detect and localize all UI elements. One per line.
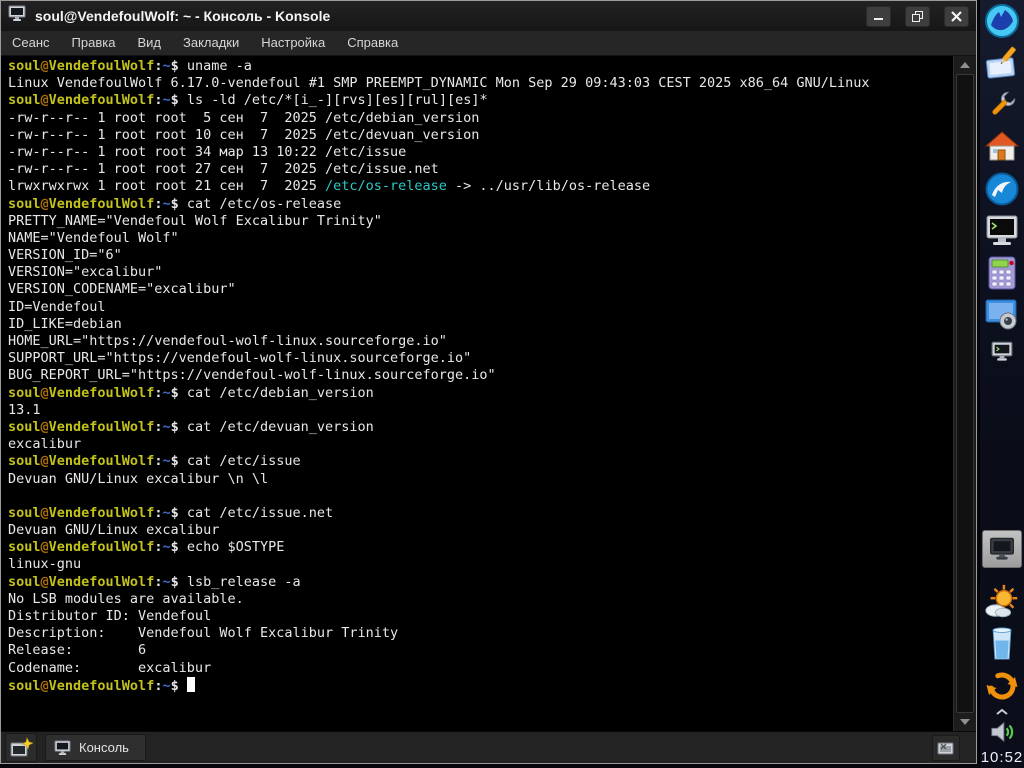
panel-clock[interactable]: 10:52: [981, 749, 1024, 766]
menu-bookmarks[interactable]: Закладки: [172, 31, 250, 55]
terminal-line: -rw-r--r-- 1 root root 10 сен 7 2025 /et…: [8, 127, 950, 144]
text-editor-icon[interactable]: [983, 44, 1021, 82]
session-list-button[interactable]: [932, 735, 960, 761]
taskbar-button-konsole[interactable]: [982, 530, 1022, 568]
session-bar: Консоль: [1, 731, 976, 763]
terminal-line: soul@VendefoulWolf:~$ uname -a: [8, 58, 950, 75]
terminal-line: VERSION_ID="6": [8, 247, 950, 264]
terminal-line: BUG_REPORT_URL="https://vendefoul-wolf-l…: [8, 367, 950, 384]
terminal-line: lrwxrwxrwx 1 root root 21 сен 7 2025 /et…: [8, 178, 950, 195]
side-panel: 10:52: [979, 0, 1024, 768]
terminal-line: Description: Vendefoul Wolf Excalibur Tr…: [8, 625, 950, 642]
terminal-line: soul@VendefoulWolf:~$: [8, 677, 950, 694]
terminal-line: soul@VendefoulWolf:~$ cat /etc/os-releas…: [8, 196, 950, 213]
terminal-line: 13.1: [8, 402, 950, 419]
titlebar: soul@VendefoulWolf: ~ - Консоль - Konsol…: [1, 1, 976, 31]
terminal-line: Codename: excalibur: [8, 660, 950, 677]
settings-wrench-icon[interactable]: [983, 86, 1021, 124]
minimize-button[interactable]: [866, 6, 891, 27]
terminal-line: [8, 488, 950, 505]
terminal-line: soul@VendefoulWolf:~$ cat /etc/issue: [8, 453, 950, 470]
terminal-line: Devuan GNU/Linux excalibur \n \l: [8, 471, 950, 488]
konsole-window: soul@VendefoulWolf: ~ - Консоль - Konsol…: [0, 0, 977, 764]
home-icon[interactable]: [983, 128, 1021, 166]
calculator-icon[interactable]: [983, 254, 1021, 292]
terminal-line: soul@VendefoulWolf:~$ cat /etc/debian_ve…: [8, 385, 950, 402]
menu-help[interactable]: Справка: [336, 31, 409, 55]
terminal-line: Devuan GNU/Linux excalibur: [8, 522, 950, 539]
terminal-line: -rw-r--r-- 1 root root 34 мар 13 10:22 /…: [8, 144, 950, 161]
menu-edit[interactable]: Правка: [61, 31, 127, 55]
terminal-scrollbar[interactable]: [953, 56, 976, 731]
terminal-line: ID_LIKE=debian: [8, 316, 950, 333]
terminal-line: HOME_URL="https://vendefoul-wolf-linux.s…: [8, 333, 950, 350]
scroll-down-icon[interactable]: [954, 714, 976, 730]
session-tab-label: Консоль: [79, 740, 129, 755]
glass-icon[interactable]: [983, 625, 1021, 663]
distro-logo-icon[interactable]: [983, 2, 1021, 40]
close-button[interactable]: [944, 6, 969, 27]
menu-session[interactable]: Сеанс: [1, 31, 61, 55]
terminal-line: Distributor ID: Vendefoul: [8, 608, 950, 625]
menubar: Сеанс Правка Вид Закладки Настройка Спра…: [1, 31, 976, 56]
sync-icon[interactable]: [983, 667, 1021, 705]
terminal-line: -rw-r--r-- 1 root root 5 сен 7 2025 /etc…: [8, 110, 950, 127]
terminal-area[interactable]: soul@VendefoulWolf:~$ uname -aLinux Vend…: [1, 56, 976, 731]
window-menu-terminal-icon[interactable]: [8, 5, 26, 27]
session-tab-terminal-icon: [54, 740, 71, 756]
screenshot-tool-icon[interactable]: [983, 296, 1021, 334]
maximize-button[interactable]: [905, 6, 930, 27]
weather-icon[interactable]: [983, 583, 1021, 621]
terminal-line: NAME="Vendefoul Wolf": [8, 230, 950, 247]
terminal-line: VERSION="excalibur": [8, 264, 950, 281]
menu-settings[interactable]: Настройка: [250, 31, 336, 55]
terminal-line: ID=Vendefoul: [8, 299, 950, 316]
terminal-line: Linux VendefoulWolf 6.17.0-vendefoul #1 …: [8, 75, 950, 92]
scrollbar-thumb[interactable]: [956, 74, 974, 713]
panel-expand-chevron-icon[interactable]: [995, 707, 1009, 717]
new-session-button[interactable]: [5, 733, 37, 762]
terminal-cursor: [187, 677, 195, 692]
session-tab-konsole[interactable]: Консоль: [45, 734, 146, 761]
terminal-line: -rw-r--r-- 1 root root 27 сен 7 2025 /et…: [8, 161, 950, 178]
terminal-line: VERSION_CODENAME="excalibur": [8, 281, 950, 298]
terminal-line: soul@VendefoulWolf:~$ cat /etc/issue.net: [8, 505, 950, 522]
terminal-line: Release: 6: [8, 642, 950, 659]
terminal-tray-icon[interactable]: [983, 338, 1021, 364]
terminal-line: soul@VendefoulWolf:~$ echo $OSTYPE: [8, 539, 950, 556]
konsole-launcher-icon[interactable]: [983, 212, 1021, 250]
volume-icon[interactable]: [983, 719, 1021, 745]
menu-view[interactable]: Вид: [126, 31, 172, 55]
terminal-line: SUPPORT_URL="https://vendefoul-wolf-linu…: [8, 350, 950, 367]
web-browser-icon[interactable]: [983, 170, 1021, 208]
terminal-line: No LSB modules are available.: [8, 591, 950, 608]
terminal-line: PRETTY_NAME="Vendefoul Wolf Excalibur Tr…: [8, 213, 950, 230]
terminal-line: linux-gnu: [8, 556, 950, 573]
terminal-line: soul@VendefoulWolf:~$ ls -ld /etc/*[i_-]…: [8, 92, 950, 109]
terminal-line: soul@VendefoulWolf:~$ cat /etc/devuan_ve…: [8, 419, 950, 436]
window-title: soul@VendefoulWolf: ~ - Консоль - Konsol…: [35, 8, 852, 24]
terminal-line: excalibur: [8, 436, 950, 453]
terminal-line: soul@VendefoulWolf:~$ lsb_release -a: [8, 574, 950, 591]
terminal-output: soul@VendefoulWolf:~$ uname -aLinux Vend…: [8, 58, 950, 694]
scroll-up-icon[interactable]: [954, 57, 976, 73]
